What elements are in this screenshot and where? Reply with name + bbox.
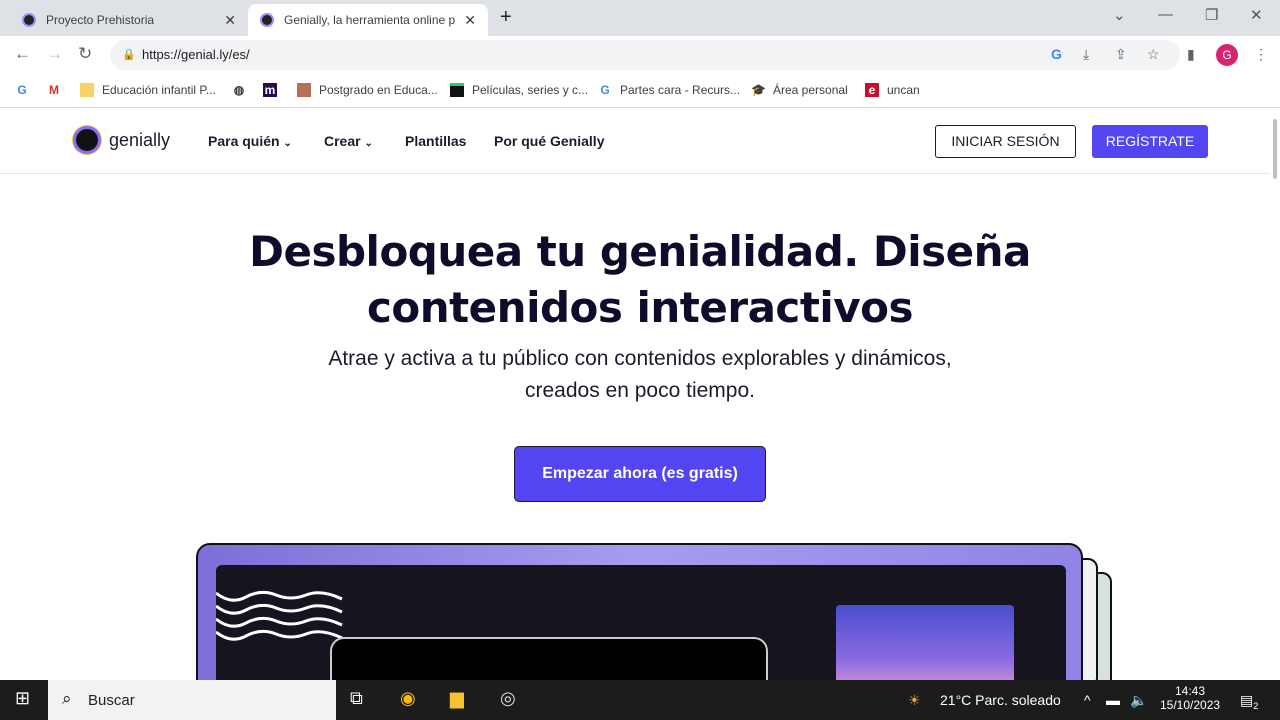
- tray-chevron-icon[interactable]: ^: [1084, 692, 1091, 708]
- taskbar: ⊞ ⌕ Buscar ⧉ ◉ ▆ ◎ ☀ 21°C Parc. soleado ^…: [0, 680, 1280, 720]
- chrome-icon[interactable]: ◉: [400, 688, 416, 709]
- file-explorer-icon[interactable]: ▆: [450, 688, 464, 709]
- film-site-icon: [450, 83, 464, 97]
- crest-icon: [297, 83, 311, 97]
- chevron-down-icon: ⌄: [364, 138, 373, 149]
- bookmark-uncan[interactable]: e uncan: [865, 83, 920, 97]
- minimize-button[interactable]: —: [1158, 6, 1173, 23]
- windows-start-icon[interactable]: ⊞: [15, 688, 30, 709]
- bookmark-educacion[interactable]: Educación infantil P...: [80, 83, 216, 97]
- bookmark-gmail[interactable]: M: [47, 83, 69, 97]
- google-icon: G: [600, 83, 610, 97]
- side-panel-icon[interactable]: ▮: [1187, 46, 1195, 63]
- tab-proyecto-prehistoria[interactable]: Proyecto Prehistoria ✕: [10, 4, 248, 36]
- gmail-icon: M: [49, 83, 59, 97]
- hero-subtitle: Atrae y activa a tu público con contenid…: [328, 347, 952, 402]
- weather-icon: ☀: [908, 692, 921, 708]
- hero-mockup-illustration: [196, 543, 1083, 717]
- bookmark-google[interactable]: G: [15, 83, 37, 97]
- login-button[interactable]: INICIAR SESIÓN: [935, 125, 1076, 158]
- google-icon: G: [17, 83, 27, 97]
- menu-por-que-genially[interactable]: Por qué Genially: [494, 133, 604, 149]
- scrollbar-thumb[interactable]: [1273, 119, 1277, 179]
- new-tab-button[interactable]: +: [500, 6, 512, 29]
- bookmark-star-icon[interactable]: ☆: [1147, 46, 1160, 63]
- taskbar-search[interactable]: ⌕ Buscar: [48, 680, 336, 720]
- menu-para-quien[interactable]: Para quién ⌄: [208, 133, 292, 149]
- address-bar[interactable]: 🔒 https://genial.ly/es/: [110, 40, 1180, 70]
- bookmark-partes-cara[interactable]: G Partes cara - Recurs...: [598, 83, 740, 97]
- close-tab-icon[interactable]: ✕: [464, 12, 476, 29]
- back-button[interactable]: ←: [14, 44, 31, 64]
- genially-favicon-icon: [260, 13, 274, 27]
- genially-logo-icon: [73, 126, 101, 154]
- restore-button[interactable]: ❐: [1205, 6, 1218, 24]
- bookmark-postgrado[interactable]: Postgrado en Educa...: [297, 83, 438, 97]
- tab-genially[interactable]: Genially, la herramienta online p ✕: [248, 4, 488, 36]
- bookmark-area-personal[interactable]: 🎓 Área personal: [751, 83, 848, 97]
- close-window-button[interactable]: ✕: [1250, 6, 1263, 24]
- menu-plantillas[interactable]: Plantillas: [405, 133, 466, 149]
- tab-search-icon[interactable]: ⌄: [1113, 6, 1126, 24]
- search-icon: ⌕: [62, 689, 72, 708]
- lock-icon: 🔒: [122, 49, 136, 61]
- genially-favicon-icon: [22, 13, 36, 27]
- mockup-screen: [216, 565, 1066, 717]
- globe-icon: ◍: [233, 83, 245, 97]
- close-tab-icon[interactable]: ✕: [224, 12, 236, 29]
- forward-button[interactable]: →: [46, 44, 63, 64]
- share-icon[interactable]: ⇪: [1115, 46, 1127, 63]
- tab-strip: Proyecto Prehistoria ✕ Genially, la herra…: [0, 0, 1280, 36]
- menu-kebab-icon[interactable]: ⋮: [1254, 46, 1268, 63]
- start-now-button[interactable]: Empezar ahora (es gratis): [514, 446, 766, 502]
- waves-icon: [216, 590, 343, 641]
- google-lens-icon[interactable]: G: [1051, 46, 1062, 62]
- weather-text[interactable]: 21°C Parc. soleado: [940, 692, 1061, 708]
- register-button[interactable]: REGÍSTRATE: [1092, 125, 1208, 158]
- bookmark-peliculas[interactable]: Películas, series y c...: [450, 83, 588, 97]
- notifications-icon[interactable]: ▤2: [1240, 692, 1258, 711]
- battery-icon[interactable]: ▬: [1106, 692, 1120, 708]
- chevron-down-icon: ⌄: [283, 138, 292, 149]
- m-site-icon: m: [263, 83, 277, 97]
- bookmark-m[interactable]: m: [263, 83, 285, 97]
- clock[interactable]: 14:43 15/10/2023: [1160, 684, 1220, 712]
- bookmark-globe[interactable]: ◍: [232, 83, 254, 97]
- hero-headline: Desbloquea tu genialidad. Diseña contenid…: [249, 227, 1031, 332]
- folder-icon: [80, 83, 94, 97]
- graduation-cap-icon: 🎓: [751, 83, 766, 97]
- e-site-icon: e: [865, 83, 879, 97]
- volume-icon[interactable]: 🔈: [1130, 692, 1147, 709]
- menu-crear[interactable]: Crear ⌄: [324, 133, 373, 149]
- profile-avatar[interactable]: G: [1216, 44, 1238, 66]
- site-header: [0, 109, 1270, 174]
- reload-button[interactable]: ↻: [78, 44, 92, 64]
- install-icon[interactable]: ⤓: [1083, 46, 1089, 63]
- task-view-icon[interactable]: ⧉: [350, 688, 363, 709]
- genially-logo[interactable]: genially: [73, 126, 170, 154]
- obs-icon[interactable]: ◎: [500, 688, 516, 709]
